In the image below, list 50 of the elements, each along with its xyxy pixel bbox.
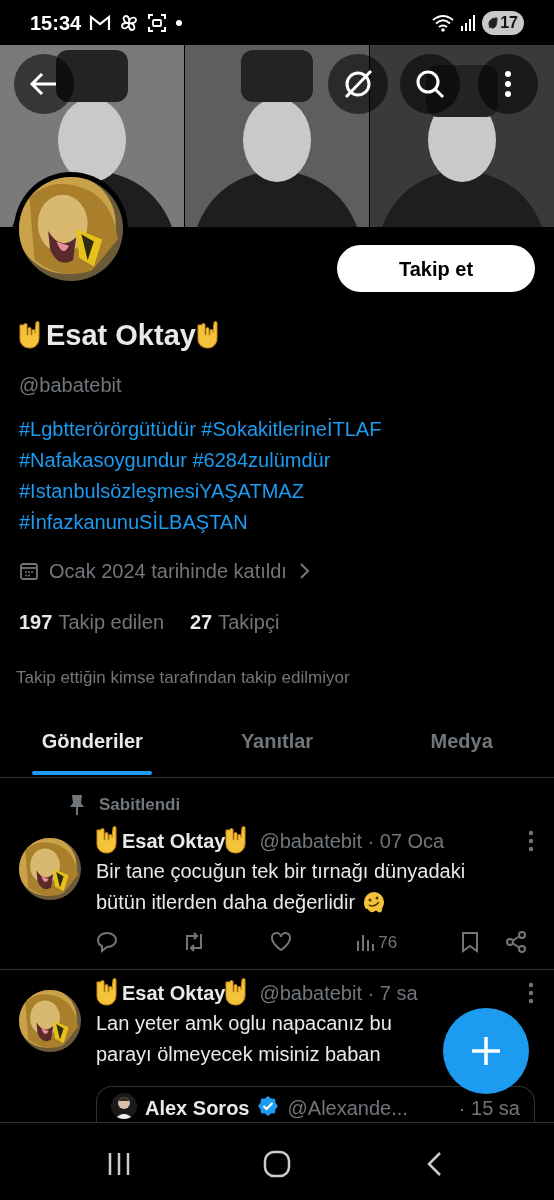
heart-icon[interactable] [269, 931, 292, 954]
bookmark-icon[interactable] [461, 931, 479, 954]
verified-badge-icon [257, 1095, 280, 1117]
screenshot-icon [147, 12, 168, 33]
author-name[interactable]: Esat Oktay [122, 825, 226, 856]
share-icon[interactable] [505, 931, 527, 954]
quoted-author-name: Alex Soros [145, 1096, 250, 1121]
follow-label[interactable]: Takip edilen [58, 606, 164, 637]
view-count: 76 [378, 931, 398, 954]
pinned-label: Sabitlendi [99, 794, 181, 816]
calendar-icon [19, 560, 39, 581]
follow-label[interactable]: Takipçi [218, 606, 280, 637]
quoted-handle: @Alexande... [287, 1096, 408, 1121]
followed-by-note: Takip ettiğin kimse tarafından takip edilmiyor [16, 666, 351, 689]
tab[interactable]: Medya [369, 716, 554, 777]
more-icon[interactable] [527, 982, 535, 1004]
post-text-line: parayı ölmeyecek misiniz baban [96, 1042, 381, 1067]
join-date: Ocak 2024 tarihinde katıldı [49, 558, 287, 584]
follow-count[interactable]: 197 [19, 606, 53, 637]
plus-icon [470, 1035, 502, 1067]
follow-button[interactable]: Takip et [337, 245, 535, 292]
mail-icon [89, 13, 112, 32]
post-meta: @babatebit · 7 sa [259, 981, 418, 1006]
pin-icon [69, 793, 85, 816]
post-text-line: Lan yeter amk oglu napacanız bu [96, 1011, 392, 1036]
post-text-line: Bir tane çocuğun tek bir tırnağı dünyadaki [96, 858, 466, 884]
signal-icon [460, 14, 477, 31]
status-time: 15:34 [30, 10, 82, 36]
hashtag-line[interactable]: #Nafakasoygundur #6284zulümdür [19, 444, 535, 476]
wifi-icon [432, 13, 455, 32]
pinwheel-icon [119, 12, 140, 33]
reply-icon[interactable] [96, 931, 118, 954]
tab[interactable]: Yanıtlar [184, 716, 370, 777]
quoted-time: · 15 sa [458, 1096, 520, 1121]
post-text-line: bütün itlerden daha değerlidir [96, 889, 356, 915]
rounded-square-icon [263, 1149, 291, 1178]
post-meta: @babatebit · 07 Oca [259, 828, 445, 854]
battery-indicator: 17 [482, 10, 524, 35]
tab[interactable]: Gönderiler [0, 716, 185, 777]
profile-handle: @babatebit [19, 372, 123, 398]
dot-icon [175, 18, 184, 27]
hashtag-line[interactable]: #IstanbulsözleşmesiYAŞATMAZ [19, 475, 535, 507]
profile-name: Esat Oktay [46, 318, 196, 353]
bar-chart-icon[interactable] [355, 932, 376, 953]
hashtag-line[interactable]: #İnfazkanunuSİLBAŞTAN [19, 506, 535, 538]
follow-count[interactable]: 27 [190, 606, 213, 637]
hashtag-line[interactable]: #Lgbtterörörgütüdür #SokakitlerineİTLAF [19, 413, 535, 445]
more-icon[interactable] [527, 829, 535, 852]
author-name[interactable]: Esat Oktay [122, 978, 226, 1008]
avatar-silhouette-icon [111, 1093, 137, 1119]
